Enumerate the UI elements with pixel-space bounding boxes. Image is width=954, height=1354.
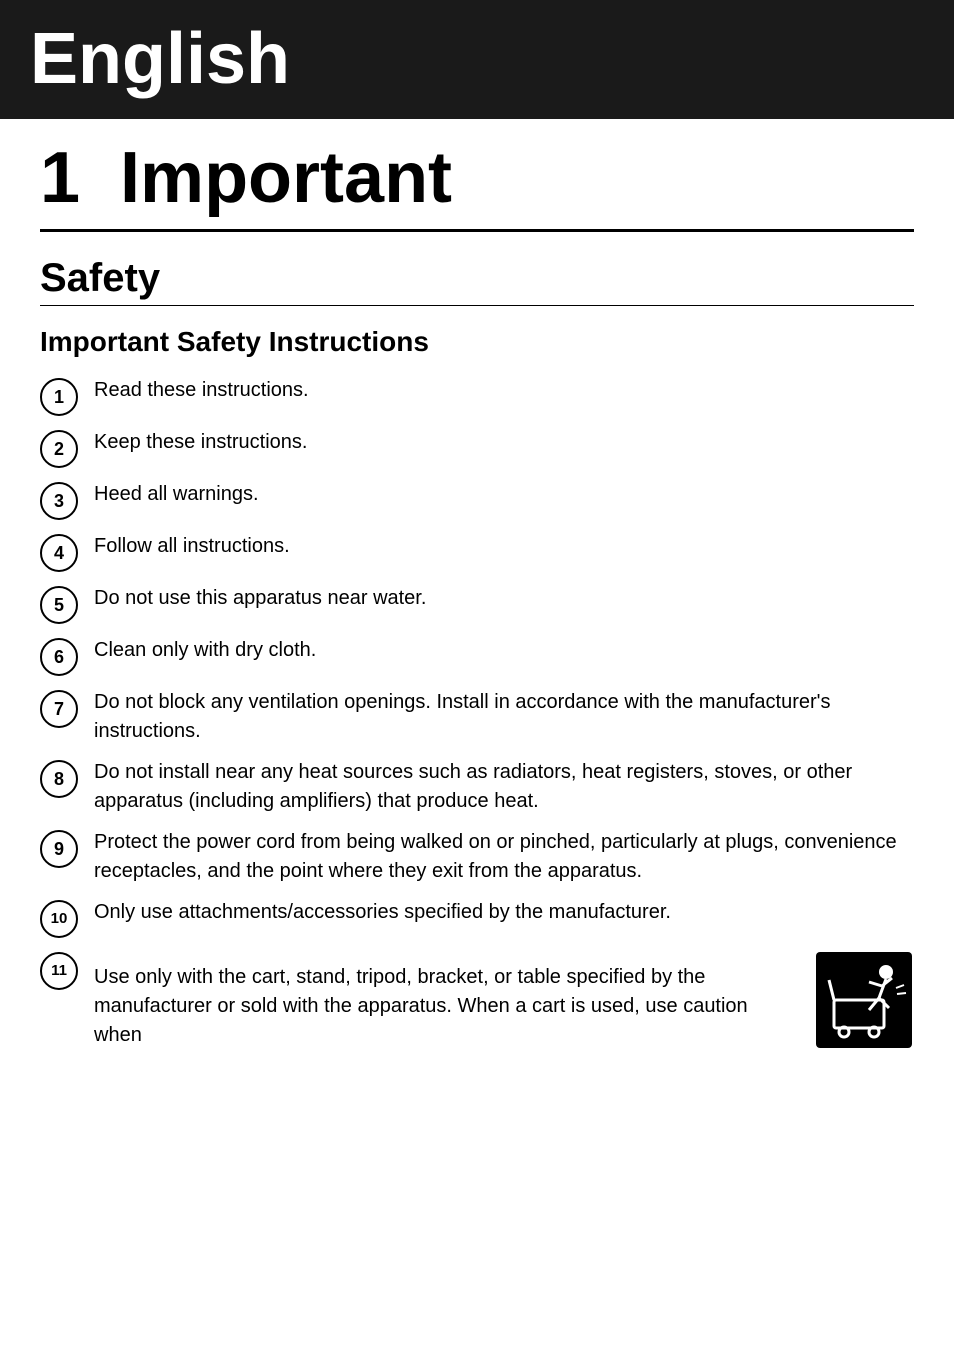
item-number-1: 1 (40, 378, 78, 416)
list-item: 5 Do not use this apparatus near water. (40, 584, 914, 624)
item-text-7: Do not block any ventilation openings. I… (94, 688, 914, 746)
item-number-11: 11 (40, 952, 78, 990)
item-text-3: Heed all warnings. (94, 480, 914, 509)
language-title: English (30, 20, 924, 99)
cart-warning-icon (814, 950, 914, 1050)
list-item: 9 Protect the power cord from being walk… (40, 828, 914, 886)
list-item: 7 Do not block any ventilation openings.… (40, 688, 914, 746)
item-text-6: Clean only with dry cloth. (94, 636, 914, 665)
item-text-9: Protect the power cord from being walked… (94, 828, 914, 886)
section-title: Safety (40, 240, 914, 305)
list-item: 1 Read these instructions. (40, 376, 914, 416)
chapter-number: 1 (40, 137, 80, 219)
list-item: 2 Keep these instructions. (40, 428, 914, 468)
item-text-2: Keep these instructions. (94, 428, 914, 457)
list-item: 10 Only use attachments/accessories spec… (40, 898, 914, 938)
section-heading: Safety (40, 240, 914, 305)
item-text-5: Do not use this apparatus near water. (94, 584, 914, 613)
chapter-heading: 1 Important (40, 119, 914, 229)
item-text-1: Read these instructions. (94, 376, 914, 405)
section-divider (40, 305, 914, 306)
safety-instructions-list: 1 Read these instructions. 2 Keep these … (40, 376, 914, 1050)
chapter-divider (40, 229, 914, 232)
item-number-9: 9 (40, 830, 78, 868)
item-text-10: Only use attachments/accessories specifi… (94, 898, 914, 927)
item-number-10: 10 (40, 900, 78, 938)
list-item: 4 Follow all instructions. (40, 532, 914, 572)
item-number-4: 4 (40, 534, 78, 572)
instructions-title: Important Safety Instructions (40, 326, 914, 358)
item-number-8: 8 (40, 760, 78, 798)
list-item: 3 Heed all warnings. (40, 480, 914, 520)
item-text-8: Do not install near any heat sources suc… (94, 758, 914, 816)
item-number-5: 5 (40, 586, 78, 624)
item-number-6: 6 (40, 638, 78, 676)
header-banner: English (0, 0, 954, 119)
item-text-11: Use only with the cart, stand, tripod, b… (94, 963, 794, 1050)
chapter-title: Important (120, 137, 452, 219)
item-number-7: 7 (40, 690, 78, 728)
list-item: 6 Clean only with dry cloth. (40, 636, 914, 676)
item-text-4: Follow all instructions. (94, 532, 914, 561)
list-item: 8 Do not install near any heat sources s… (40, 758, 914, 816)
item-number-2: 2 (40, 430, 78, 468)
list-item: 11 Use only with the cart, stand, tripod… (40, 950, 914, 1050)
item-number-3: 3 (40, 482, 78, 520)
